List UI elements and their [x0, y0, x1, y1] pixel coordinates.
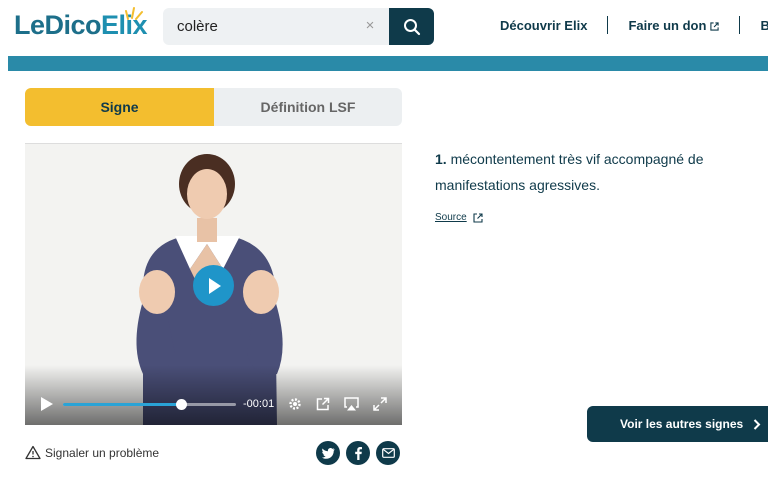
progress-bar[interactable] — [63, 399, 236, 410]
source-link[interactable]: Source — [435, 212, 483, 223]
definition-body: mécontentement très vif accompagné de ma… — [435, 151, 704, 193]
warning-icon — [25, 445, 41, 460]
video-player[interactable]: -00:01 — [25, 143, 402, 425]
logo-text-ledico: LeDico — [14, 10, 102, 40]
header-band — [8, 56, 768, 71]
popout-icon[interactable] — [316, 397, 330, 411]
nav-donate[interactable]: Faire un don — [628, 17, 720, 33]
progress-fill — [63, 403, 181, 406]
clear-icon[interactable]: × — [361, 17, 379, 35]
share-twitter-button[interactable] — [316, 441, 340, 465]
search-bar: × — [163, 8, 434, 45]
tab-sign[interactable]: Signe — [25, 88, 214, 126]
nav-donate-label: Faire un don — [628, 17, 707, 33]
share-mail-button[interactable] — [376, 441, 400, 465]
definition-text: 1. mécontentement très vif accompagné de… — [435, 146, 755, 198]
search-icon — [403, 18, 420, 35]
nav-item-cut[interactable]: Bo — [760, 18, 768, 33]
mail-icon — [381, 448, 395, 458]
external-link-icon — [473, 212, 483, 223]
report-problem-link[interactable]: Signaler un problème — [25, 445, 159, 460]
fullscreen-icon[interactable] — [373, 397, 387, 411]
nav-divider — [607, 16, 609, 34]
logo-rays-icon — [125, 7, 143, 20]
big-play-button[interactable] — [193, 265, 234, 306]
report-problem-label: Signaler un problème — [45, 445, 160, 460]
facebook-icon — [354, 446, 362, 460]
nav-divider — [739, 16, 741, 34]
main-nav: Découvrir Elix Faire un don Bo — [500, 14, 768, 36]
play-icon — [208, 277, 221, 294]
tab-definition-lsf[interactable]: Définition LSF — [214, 88, 402, 126]
search-input[interactable] — [177, 8, 362, 45]
nav-discover-elix[interactable]: Découvrir Elix — [500, 18, 587, 33]
time-remaining: -00:01 — [243, 398, 275, 410]
play-icon[interactable] — [39, 396, 54, 412]
external-link-icon — [710, 21, 720, 31]
view-tabs: Signe Définition LSF — [25, 88, 402, 126]
logo[interactable]: LeDicoElix — [14, 7, 148, 41]
settings-icon[interactable] — [288, 397, 302, 411]
source-label: Source — [435, 212, 467, 223]
more-signs-button[interactable]: Voir les autres signes — [587, 406, 768, 442]
controls-overlay — [25, 365, 402, 425]
twitter-icon — [321, 447, 334, 459]
search-button[interactable] — [389, 8, 434, 45]
more-signs-label: Voir les autres signes — [620, 417, 744, 431]
share-facebook-button[interactable] — [346, 441, 370, 465]
site-header: LeDicoElix × Découvrir Elix Faire un don… — [0, 0, 768, 56]
chevron-right-icon — [753, 418, 761, 430]
airplay-icon[interactable] — [344, 397, 359, 411]
definition-number: 1. — [435, 151, 447, 167]
progress-handle[interactable] — [175, 399, 187, 410]
